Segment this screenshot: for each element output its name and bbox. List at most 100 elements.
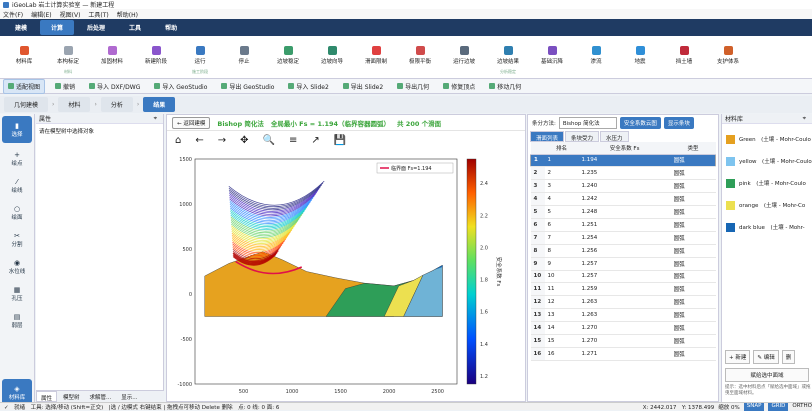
plot-area[interactable]: 500 1000 1500 2000 2500 1500 1000 500 0 -500 -1000… [167,149,525,403]
toolbar-button-2[interactable]: 导入 DXF/DWG [85,80,144,93]
ribbon-button-9[interactable]: 极限平衡 [398,37,442,77]
table-row[interactable]: 7 7 1.254 圆弧 [530,231,716,245]
assign-material-button[interactable]: 赋给选中面域 [725,368,809,382]
table-row[interactable]: 6 6 1.251 圆弧 [530,218,716,232]
tab-3[interactable]: 工具 [118,20,152,35]
material-item[interactable]: Green (土壤 - Mohr-Coulo [722,128,812,150]
ribbon-button-1[interactable]: 本构标定 材料 [46,37,90,77]
material-item[interactable]: yellow (土壤 - Mohr-Coulo [722,150,812,172]
toolbar-button-1[interactable]: 撤销 [51,80,79,93]
pan-icon[interactable]: ✥ [240,135,248,146]
menu-view[interactable]: 视图(V) [60,10,81,19]
table-row[interactable]: 11 11 1.259 圆弧 [530,282,716,297]
forward-icon[interactable]: → [218,135,226,146]
nav-polygon[interactable]: ○ 绘面 [0,199,34,226]
table-row[interactable]: 13 13 1.263 圆弧 [530,308,716,323]
toolbar-button-4[interactable]: 导出 GeoStudio [217,80,278,93]
new-material-button[interactable]: + 新建 [725,350,751,364]
properties-tab-3[interactable]: 显示... [117,391,141,402]
crumb-2[interactable]: 分析 [100,97,133,112]
table-row[interactable]: 14 14 1.270 圆弧 [530,321,716,335]
toolbar-button-7[interactable]: 导出几何 [393,80,433,93]
back-icon[interactable]: ← [195,135,203,146]
show-slices-button[interactable]: 显示条块 [663,117,694,129]
tab-2[interactable]: 后处理 [76,20,116,35]
table-row[interactable]: 9 9 1.257 圆弧 [530,257,716,271]
ribbon-button-8[interactable]: 滑面限制 [354,37,398,77]
menu-tools[interactable]: 工具(T) [88,10,108,19]
ribbon-button-5[interactable]: 停止 [222,37,266,77]
nav-weak-layer[interactable]: ▤ 弱层 [0,307,34,334]
table-row[interactable]: 2 2 1.235 圆弧 [530,166,716,181]
ribbon-button-11[interactable]: 边坡结果 分析稳定 [486,37,530,77]
line-chart-icon[interactable]: ↗ [311,135,319,146]
settings-icon[interactable]: ≡ [289,135,297,146]
table-row[interactable]: 4 4 1.242 圆弧 [530,192,716,207]
tab-4[interactable]: 帮助 [154,20,188,35]
nav-point[interactable]: + 绘点 [0,145,34,172]
delete-material-button[interactable]: 删 [781,350,796,364]
material-item[interactable]: pink (土壤 - Mohr-Coulo [722,172,812,194]
tab-1[interactable]: 计算 [40,20,75,35]
pin-icon[interactable]: ⌖ [803,115,806,123]
snap-toggle[interactable]: SNAP [743,402,765,411]
ribbon-button-16[interactable]: 支护体系 [706,37,750,77]
nav-cursor[interactable]: ▮ 选择 [2,116,32,143]
home-icon[interactable]: ⌂ [175,135,181,146]
nav-scissors[interactable]: ✂ 分割 [0,226,34,253]
back-to-model-button[interactable]: ← 返回建模 [172,116,211,129]
grid-toggle[interactable]: GRID [768,402,789,411]
table-row[interactable]: 15 15 1.270 圆弧 [530,334,716,348]
table-row[interactable]: 5 5 1.248 圆弧 [530,205,716,219]
table-row[interactable]: 16 16 1.271 圆弧 [530,347,716,361]
table-row[interactable]: 8 8 1.256 圆弧 [530,244,716,258]
toolbar-button-6[interactable]: 导出 Slide2 [339,80,387,93]
table-row[interactable]: 10 10 1.257 圆弧 [530,270,716,284]
toolbar-button-9[interactable]: 移动几何 [485,80,525,93]
material-item[interactable]: dark blue (土壤 - Mohr- [722,216,812,238]
ribbon-button-4[interactable]: 运行 施工阶段 [178,37,222,77]
ribbon-button-6[interactable]: 边坡稳定 [266,37,310,77]
menu-help[interactable]: 帮助(H) [117,10,138,19]
menu-edit[interactable]: 编辑(E) [31,10,51,19]
ribbon-button-14[interactable]: 地震 [618,37,662,77]
properties-tab-2[interactable]: 求解管... [86,391,116,402]
slip-tab-1[interactable]: 条块受力 [565,131,600,142]
toolbar-button-3[interactable]: 导入 GeoStudio [150,80,211,93]
ribbon-label-8: 滑面限制 [364,59,387,65]
properties-tab-0[interactable]: 属性 [36,391,58,402]
zoom-icon[interactable]: 🔍 [263,135,275,146]
material-item[interactable]: orange (土壤 - Mohr-Co [722,194,812,216]
crumb-1[interactable]: 材料 [58,97,91,112]
properties-tab-1[interactable]: 模型树 [59,391,84,402]
ribbon-button-7[interactable]: 边坡向导 [310,37,354,77]
menu-file[interactable]: 文件(F) [3,10,23,19]
ribbon-button-10[interactable]: 运行边坡 [442,37,486,77]
toolbar-button-0[interactable]: 适配视图 [3,78,46,94]
ribbon-button-15[interactable]: 挡土墙 [662,37,706,77]
ribbon-button-13[interactable]: 渗流 [574,37,618,77]
ribbon-button-3[interactable]: 新建阶段 [134,37,178,77]
table-row[interactable]: 3 3 1.240 圆弧 [530,179,716,194]
save-icon[interactable]: 💾 [334,135,346,146]
nav-water[interactable]: ◉ 水位线 [0,253,34,280]
tab-0[interactable]: 建模 [4,20,38,35]
crumb-0[interactable]: 几何建模 [4,97,49,112]
method-select[interactable]: Bishop 简化法 [558,117,617,129]
toolbar-button-5[interactable]: 导入 Slide2 [284,80,332,93]
ribbon-button-12[interactable]: 基础沉降 [530,37,574,77]
ortho-toggle[interactable]: ORTHO [792,403,812,411]
ribbon-button-0[interactable]: 材料库 [2,37,46,77]
nav-pressure[interactable]: ▦ 孔压 [0,280,34,307]
table-row[interactable]: 1 1 1.194 圆弧 [530,154,716,168]
ribbon-button-2[interactable]: 加固材料 [90,37,134,77]
pin-icon[interactable]: ⌖ [154,115,157,123]
slip-tab-0[interactable]: 滑面列表 [530,131,565,142]
nav-line[interactable]: ⁄ 绘线 [0,172,34,199]
toolbar-button-8[interactable]: 修复顶点 [439,80,479,93]
edit-material-button[interactable]: ✎ 编辑 [753,350,779,364]
fs-contour-button[interactable]: 安全系数云图 [619,117,661,129]
crumb-3[interactable]: 结果 [143,97,176,112]
slip-tab-2[interactable]: 水压力 [600,131,629,142]
table-row[interactable]: 12 12 1.263 圆弧 [530,295,716,310]
